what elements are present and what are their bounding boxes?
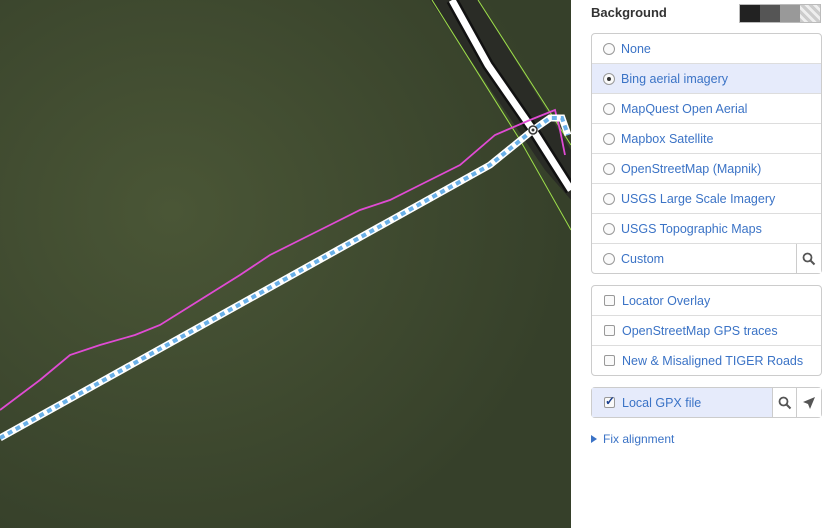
imagery-item-osm[interactable]: OpenStreetMap (Mapnik) [592, 154, 821, 184]
gpx-zoom-button[interactable] [772, 388, 797, 417]
overlay-list: Locator Overlay OpenStreetMap GPS traces… [591, 285, 822, 376]
overlay-label: Locator Overlay [622, 293, 711, 308]
imagery-label: OpenStreetMap (Mapnik) [621, 161, 762, 176]
imagery-label: Custom [621, 251, 665, 266]
opacity-100[interactable] [740, 5, 760, 22]
imagery-list: None Bing aerial imagery MapQuest Open A… [591, 33, 822, 274]
imagery-item-mapbox[interactable]: Mapbox Satellite [592, 124, 821, 154]
radio-bing[interactable] [603, 72, 615, 85]
checkbox-gpx[interactable] [604, 394, 615, 408]
imagery-item-custom[interactable]: Custom [592, 244, 821, 273]
overlay-item-gps-traces[interactable]: OpenStreetMap GPS traces [592, 316, 821, 346]
map-canvas[interactable] [0, 0, 571, 528]
imagery-label: MapQuest Open Aerial [621, 101, 748, 116]
fix-alignment-link[interactable]: Fix alignment [591, 432, 674, 446]
radio-osm[interactable] [603, 162, 615, 175]
opacity-75[interactable] [760, 5, 780, 22]
radio-usgs-large[interactable] [603, 192, 615, 205]
opacity-0[interactable] [800, 5, 820, 22]
radio-custom[interactable] [603, 252, 615, 265]
gpx-locate-button[interactable] [796, 388, 821, 417]
radio-mapquest[interactable] [603, 102, 615, 115]
imagery-item-none[interactable]: None [592, 34, 821, 64]
imagery-item-usgs-large[interactable]: USGS Large Scale Imagery [592, 184, 821, 214]
imagery-item-bing[interactable]: Bing aerial imagery [592, 64, 821, 94]
custom-search-button[interactable] [796, 244, 821, 273]
shared-vertex-dot [531, 128, 535, 132]
background-title: Background [591, 5, 667, 20]
gpx-item[interactable]: Local GPX file [592, 388, 821, 417]
overlay-label: OpenStreetMap GPS traces [622, 323, 778, 338]
radio-none[interactable] [603, 42, 615, 55]
fix-alignment-label: Fix alignment [603, 432, 675, 446]
imagery-label: None [621, 41, 651, 56]
imagery-item-mapquest[interactable]: MapQuest Open Aerial [592, 94, 821, 124]
checkbox-gps-traces[interactable] [604, 325, 615, 336]
imagery-label: Bing aerial imagery [621, 71, 728, 86]
radio-usgs-topo[interactable] [603, 222, 615, 235]
map-svg[interactable] [0, 0, 571, 528]
gpx-list: Local GPX file [591, 387, 822, 418]
overlay-item-tiger[interactable]: New & Misaligned TIGER Roads [592, 346, 821, 375]
imagery-label: USGS Topographic Maps [621, 221, 762, 236]
gpx-label: Local GPX file [622, 395, 702, 410]
checkbox-locator[interactable] [604, 295, 615, 306]
imagery-label: USGS Large Scale Imagery [621, 191, 776, 206]
opacity-50[interactable] [780, 5, 800, 22]
search-icon [778, 396, 792, 409]
imagery-item-usgs-topo[interactable]: USGS Topographic Maps [592, 214, 821, 244]
background-panel: Background None Bing aerial imagery MapQ… [571, 0, 822, 528]
checkbox-tiger[interactable] [604, 355, 615, 366]
radio-mapbox[interactable] [603, 132, 615, 145]
overlay-item-locator[interactable]: Locator Overlay [592, 286, 821, 316]
imagery-label: Mapbox Satellite [621, 131, 714, 146]
overlay-label: New & Misaligned TIGER Roads [622, 353, 804, 368]
search-icon [802, 252, 816, 265]
location-arrow-icon [803, 396, 815, 409]
disclosure-triangle-icon [591, 435, 597, 443]
opacity-slider[interactable] [739, 4, 821, 23]
